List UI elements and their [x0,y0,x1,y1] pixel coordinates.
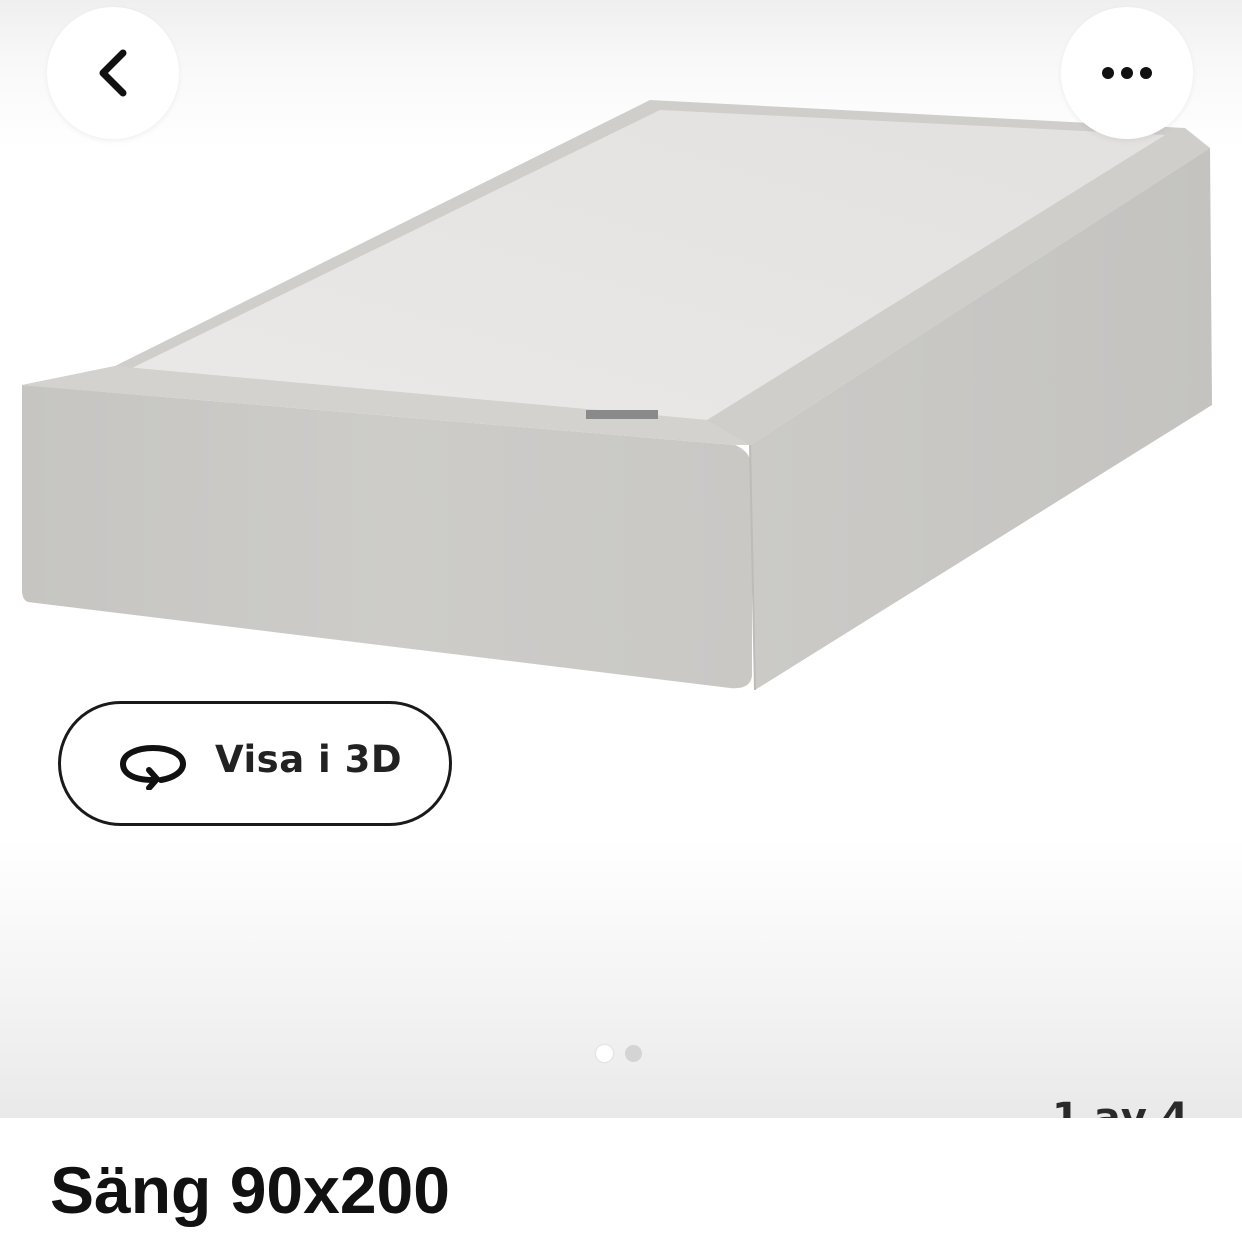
rotate-3d-icon [119,744,187,790]
back-button[interactable] [47,7,179,139]
listing-title: Säng 90x200 [50,1153,450,1227]
carousel-dot-active[interactable] [596,1045,613,1062]
more-options-button[interactable] [1061,7,1193,139]
carousel-dot[interactable] [625,1045,642,1062]
bed-label-tag [586,410,658,419]
more-horizontal-icon [1102,67,1152,79]
image-page-counter: 1 av 4 [1052,1095,1189,1118]
listing-page: Visa i 3D 1 av 4 Säng 90x200 [0,0,1242,1242]
carousel-page-indicator [596,1045,642,1062]
image-carousel[interactable]: Visa i 3D 1 av 4 [0,0,1242,1118]
view-in-3d-label: Visa i 3D [215,738,403,781]
view-in-3d-button[interactable]: Visa i 3D [58,701,452,826]
chevron-left-icon [99,49,127,97]
bed-product-image [22,100,1212,691]
